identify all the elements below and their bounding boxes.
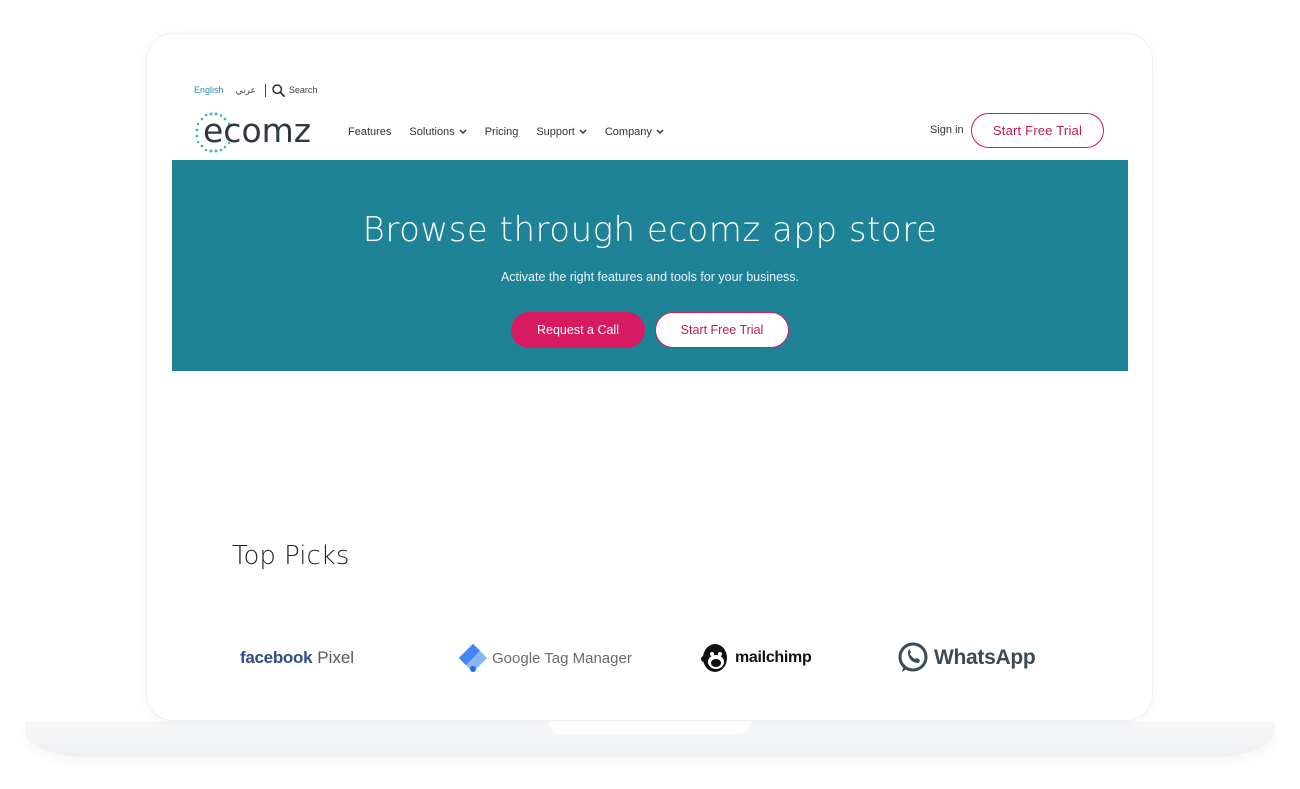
nav-pricing-label: Pricing xyxy=(484,126,519,138)
brand-facebook-pixel[interactable]: facebook Pixel xyxy=(240,640,354,676)
chevron-down-icon xyxy=(656,129,664,135)
whatsapp-wordmark: WhatsApp xyxy=(934,646,1036,669)
top-picks-title: Top Picks xyxy=(232,541,350,571)
brand-google-tag-manager[interactable]: Google Tag Manager xyxy=(457,640,632,676)
main-nav: Features Solutions Pricing Support Compa… xyxy=(348,122,682,142)
laptop-notch xyxy=(548,721,752,735)
google-tag-manager-wordmark: Google Tag Manager xyxy=(492,649,632,667)
nav-pricing[interactable]: Pricing xyxy=(485,126,519,138)
hero-banner: Browse through ecomz app store Activate … xyxy=(172,160,1128,371)
mailchimp-freddie-icon xyxy=(701,644,727,672)
pixel-wordmark: Pixel xyxy=(317,648,355,667)
chevron-down-icon xyxy=(579,129,587,135)
sign-in-link[interactable]: Sign in xyxy=(930,124,964,136)
search-label: Search xyxy=(288,85,318,95)
divider xyxy=(264,83,266,97)
ecomz-logo-mark: ecomz xyxy=(195,111,311,153)
hero-start-free-trial-button[interactable]: Start Free Trial xyxy=(655,312,789,348)
mailchimp-wordmark: mailchimp xyxy=(735,649,812,666)
ecomz-logo[interactable]: ecomz xyxy=(194,111,328,153)
nav-solutions[interactable]: Solutions xyxy=(409,126,467,138)
lang-arabic-link[interactable]: عربي xyxy=(236,85,256,96)
lang-english-link[interactable]: English xyxy=(194,85,224,95)
brand-whatsapp[interactable]: WhatsApp xyxy=(896,640,1036,676)
nav-company[interactable]: Company xyxy=(605,126,664,138)
header-start-free-trial-button[interactable]: Start Free Trial xyxy=(971,113,1104,148)
chevron-down-icon xyxy=(459,129,467,135)
hero-subtitle: Activate the right features and tools fo… xyxy=(500,270,800,284)
nav-features-label: Features xyxy=(348,126,392,138)
nav-solutions-label: Solutions xyxy=(409,126,455,138)
utility-bar: English عربي Search xyxy=(194,82,317,98)
nav-features[interactable]: Features xyxy=(348,126,391,138)
search-icon xyxy=(272,83,285,97)
search-button[interactable]: Search xyxy=(272,83,318,97)
facebook-wordmark: facebook xyxy=(240,648,313,667)
logo-wordmark: ecomz xyxy=(203,111,311,150)
brand-mailchimp[interactable]: mailchimp xyxy=(700,640,812,676)
request-call-button[interactable]: Request a Call xyxy=(511,312,645,348)
nav-support-label: Support xyxy=(536,126,575,138)
google-tag-manager-icon xyxy=(458,643,488,673)
nav-company-label: Company xyxy=(604,126,652,138)
hero-title: Browse through ecomz app store xyxy=(362,210,938,250)
whatsapp-icon xyxy=(898,642,928,672)
nav-support[interactable]: Support xyxy=(536,126,587,138)
